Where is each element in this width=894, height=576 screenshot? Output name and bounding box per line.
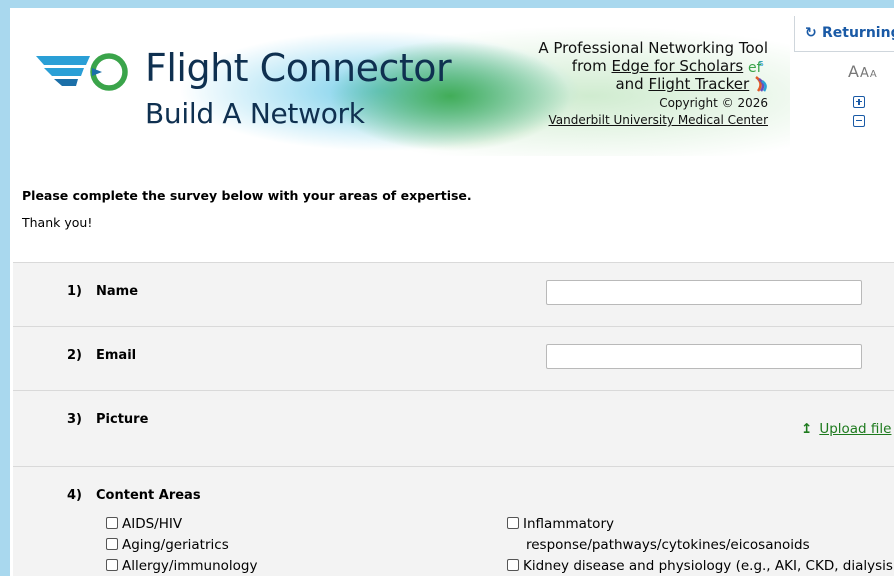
question-label-email: Email: [96, 348, 137, 363]
checkbox[interactable]: [106, 517, 118, 529]
zoom-controls: [853, 91, 894, 129]
header: Flight Connector Build A Network A Profe…: [10, 8, 894, 158]
upload-icon: ↥: [801, 421, 813, 437]
checkbox-label: Inflammatory: [523, 516, 614, 532]
tool-info: A Professional Networking Tool from Edge…: [538, 39, 768, 128]
font-size-controls: AAA: [848, 62, 878, 81]
flight-tracker-link[interactable]: Flight Tracker: [648, 75, 749, 93]
question-row-email: 2) Email: [13, 326, 894, 390]
survey-form: 1) Name 2) Email 3) Picture ↥ Upload file…: [13, 262, 894, 576]
edge-for-scholars-link[interactable]: Edge for Scholars: [612, 57, 744, 75]
svg-text:s: s: [759, 59, 764, 69]
checkbox-label: AIDS/HIV: [122, 516, 183, 532]
instructions-text: Please complete the survey below with yo…: [22, 188, 472, 203]
name-input[interactable]: [546, 280, 862, 305]
question-label-content-areas: Content Areas: [96, 488, 201, 503]
checkbox[interactable]: [106, 559, 118, 571]
edge-for-scholars-icon: ef s: [748, 59, 764, 75]
upload-file-link[interactable]: ↥ Upload file: [801, 421, 891, 437]
font-size-medium[interactable]: A: [860, 66, 869, 81]
checkbox-option-allergy-immunology[interactable]: Allergy/immunology: [106, 558, 257, 575]
checkbox-option-aging-geriatrics[interactable]: Aging/geriatrics: [106, 537, 229, 554]
instructions: Please complete the survey below with yo…: [22, 188, 472, 230]
question-row-name: 1) Name: [13, 262, 894, 326]
app-subtitle: Build A Network: [145, 97, 365, 130]
question-number: 3): [67, 412, 82, 427]
flight-connector-logo-icon: [36, 53, 128, 91]
checkbox-option-aids-hiv[interactable]: AIDS/HIV: [106, 516, 182, 533]
question-number: 1): [67, 284, 82, 299]
question-row-content-areas: 4) Content Areas AIDS/HIV Aging/geriatri…: [13, 466, 894, 576]
flight-tracker-icon: [755, 76, 767, 92]
upload-file-label: Upload file: [819, 421, 892, 437]
from-text: from: [571, 57, 607, 75]
checkbox-label: Kidney disease and physiology (e.g., AKI…: [523, 558, 894, 574]
checkbox-option-kidney-disease[interactable]: Kidney disease and physiology (e.g., AKI…: [507, 558, 894, 575]
collapse-icon[interactable]: [853, 114, 865, 127]
font-size-large[interactable]: A: [848, 62, 859, 81]
expand-icon[interactable]: [853, 95, 865, 108]
survey-page: Flight Connector Build A Network A Profe…: [10, 8, 894, 576]
question-number: 4): [67, 488, 82, 503]
checkbox-label-continuation: response/pathways/cytokines/eicosanoids: [526, 537, 810, 553]
checkbox[interactable]: [507, 517, 519, 529]
question-label-name: Name: [96, 284, 139, 299]
returning-button[interactable]: ↻ Returning: [794, 16, 894, 52]
thanks-text: Thank you!: [22, 215, 93, 230]
checkbox-option-inflammatory[interactable]: Inflammatory: [507, 516, 614, 533]
app-title: Flight Connector: [145, 46, 452, 90]
tool-tagline: A Professional Networking Tool: [538, 39, 768, 57]
checkbox-label: Aging/geriatrics: [122, 537, 229, 553]
checkbox-label: Allergy/immunology: [122, 558, 258, 574]
question-label-picture: Picture: [96, 412, 149, 427]
question-number: 2): [67, 348, 82, 363]
returning-label: Returning: [822, 25, 894, 41]
question-row-picture: 3) Picture ↥ Upload file: [13, 390, 894, 466]
email-input[interactable]: [546, 344, 862, 369]
refresh-icon: ↻: [805, 25, 817, 41]
checkbox[interactable]: [106, 538, 118, 550]
copyright-text: Copyright © 2026: [659, 96, 768, 110]
and-text: and: [615, 75, 644, 93]
checkbox[interactable]: [507, 559, 519, 571]
font-size-small[interactable]: A: [870, 69, 877, 80]
vumc-link[interactable]: Vanderbilt University Medical Center: [549, 113, 769, 127]
